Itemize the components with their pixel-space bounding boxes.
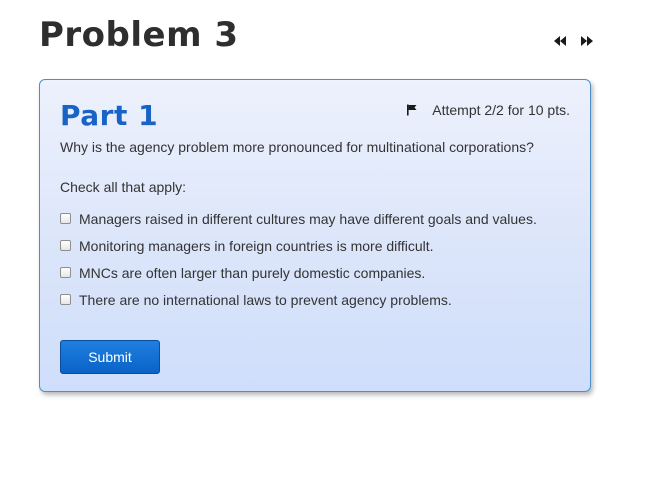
question-card: Part 1 Attempt 2/2 for 10 pts. Why is th… <box>39 79 591 392</box>
option-checkbox[interactable] <box>60 267 71 278</box>
flag-icon[interactable] <box>406 104 418 116</box>
rewind-icon[interactable] <box>553 35 567 47</box>
problem-page: Problem 3 Part 1 Attempt 2/2 for 10 pts.… <box>0 0 656 486</box>
question-text: Why is the agency problem more pronounce… <box>60 139 534 155</box>
option-label: There are no international laws to preve… <box>79 291 452 308</box>
part-title: Part 1 <box>60 99 159 132</box>
answer-options: Managers raised in different cultures ma… <box>60 205 537 313</box>
answer-option[interactable]: There are no international laws to preve… <box>60 286 537 313</box>
answer-option[interactable]: Managers raised in different cultures ma… <box>60 205 537 232</box>
answer-option[interactable]: Monitoring managers in foreign countries… <box>60 232 537 259</box>
option-label: Managers raised in different cultures ma… <box>79 210 537 227</box>
option-checkbox[interactable] <box>60 213 71 224</box>
problem-navigation <box>553 35 594 47</box>
problem-title: Problem 3 <box>39 15 239 55</box>
attempt-info: Attempt 2/2 for 10 pts. <box>406 102 570 118</box>
option-checkbox[interactable] <box>60 294 71 305</box>
option-label: Monitoring managers in foreign countries… <box>79 237 434 254</box>
option-label: MNCs are often larger than purely domest… <box>79 264 426 281</box>
fast-forward-icon[interactable] <box>580 35 594 47</box>
instruction-text: Check all that apply: <box>60 179 187 195</box>
attempt-text: Attempt 2/2 for 10 pts. <box>432 102 570 118</box>
option-checkbox[interactable] <box>60 240 71 251</box>
answer-option[interactable]: MNCs are often larger than purely domest… <box>60 259 537 286</box>
submit-button[interactable]: Submit <box>60 340 160 374</box>
